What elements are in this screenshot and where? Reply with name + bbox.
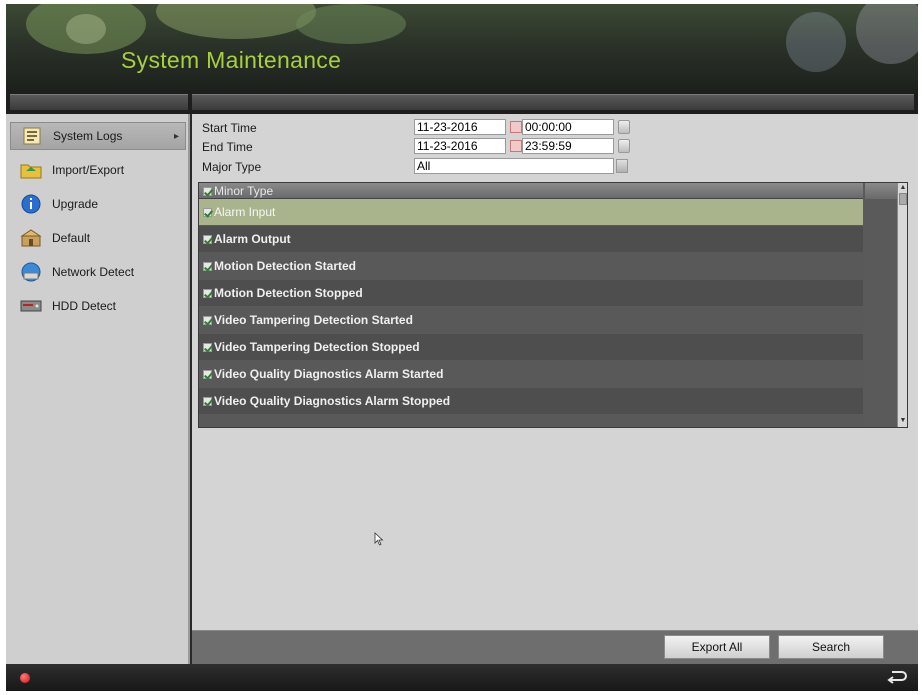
checkbox-icon[interactable]	[203, 262, 212, 271]
checkbox-icon[interactable]	[203, 235, 212, 244]
end-date-field[interactable]: 11-23-2016	[414, 138, 506, 154]
sidebar-item-label: Upgrade	[52, 197, 99, 211]
action-bar: Export All Search	[192, 630, 918, 664]
list-item-label: Video Quality Diagnostics Alarm Started	[214, 367, 444, 381]
main-column-header	[192, 94, 914, 110]
hdd-icon	[20, 296, 42, 316]
sidebar-item-label: Import/Export	[52, 163, 125, 177]
minor-type-header[interactable]: Minor Type	[199, 183, 863, 199]
network-icon	[20, 262, 42, 282]
end-time-spinner[interactable]	[618, 139, 630, 153]
sidebar-item-label: Network Detect	[52, 265, 135, 279]
back-icon[interactable]	[886, 668, 908, 686]
status-bar	[6, 664, 918, 691]
list-item-label: Video Quality Diagnostics Alarm Stopped	[214, 394, 451, 408]
list-item[interactable]: Video Quality Diagnostics Alarm Started	[199, 361, 863, 387]
checkbox-icon[interactable]	[203, 316, 212, 325]
start-time-spinner[interactable]	[618, 120, 630, 134]
sidebar-item-label: HDD Detect	[52, 299, 117, 313]
sidebar-item-default[interactable]: Default	[10, 224, 186, 252]
sidebar-item-network-detect[interactable]: Network Detect	[10, 258, 186, 286]
calendar-icon[interactable]	[510, 121, 522, 133]
checkbox-icon[interactable]	[203, 397, 212, 406]
header-banner: System Maintenance	[6, 4, 918, 90]
restore-default-icon	[20, 228, 42, 248]
checkbox-icon[interactable]	[203, 289, 212, 298]
chevron-down-icon[interactable]	[616, 159, 628, 173]
checkbox-icon[interactable]	[203, 343, 212, 352]
list-item-label: Alarm Input	[214, 205, 276, 219]
scrollbar[interactable]: ▲ ▼	[897, 183, 907, 427]
search-button[interactable]: Search	[778, 635, 884, 659]
start-date-field[interactable]: 11-23-2016	[414, 119, 506, 135]
status-indicator-icon	[20, 673, 30, 683]
app-window: System Maintenance System Logs ▸ Import/…	[6, 4, 918, 691]
list-item-label: Motion Detection Started	[214, 259, 357, 273]
folder-icon	[20, 160, 42, 180]
list-item-partial[interactable]	[199, 415, 863, 427]
list-item-label: Video Tampering Detection Started	[214, 313, 413, 327]
minor-type-list: Minor Type Alarm Input Alarm Output Moti…	[198, 182, 908, 428]
sidebar-item-label: System Logs	[53, 129, 123, 143]
list-item-label: Motion Detection Stopped	[214, 286, 363, 300]
sidebar-column-header	[10, 94, 188, 110]
log-search-panel: Start Time 11-23-2016 00:00:00 End Time …	[192, 114, 918, 630]
sidebar-item-upgrade[interactable]: Upgrade	[10, 190, 186, 218]
list-item-label: Video Tampering Detection Stopped	[214, 340, 420, 354]
mouse-cursor-icon	[374, 532, 384, 546]
calendar-icon[interactable]	[510, 140, 522, 152]
start-time-label: Start Time	[202, 121, 257, 135]
scroll-down-icon[interactable]: ▼	[899, 417, 907, 425]
list-item-label: Alarm Output	[214, 232, 291, 246]
major-type-label: Major Type	[202, 160, 262, 174]
minor-type-header-label: Minor Type	[214, 184, 274, 198]
page-title: System Maintenance	[121, 47, 342, 73]
major-type-select[interactable]: All	[414, 158, 614, 174]
list-item[interactable]: Motion Detection Stopped	[199, 280, 863, 306]
sidebar-item-label: Default	[52, 231, 91, 245]
sidebar-item-hdd-detect[interactable]: HDD Detect	[10, 292, 186, 320]
checkbox-icon[interactable]	[203, 208, 212, 217]
list-header-filler	[865, 183, 899, 199]
list-item[interactable]: Video Tampering Detection Started	[199, 307, 863, 333]
sidebar-item-import-export[interactable]: Import/Export	[10, 156, 186, 184]
info-icon	[20, 194, 42, 214]
column-header-bar	[6, 90, 918, 114]
list-item[interactable]: Motion Detection Started	[199, 253, 863, 279]
end-time-label: End Time	[202, 140, 253, 154]
log-icon	[21, 126, 43, 146]
sidebar: System Logs ▸ Import/Export Upgrade Defa…	[6, 114, 190, 664]
list-item[interactable]: Video Quality Diagnostics Alarm Stopped	[199, 388, 863, 414]
scroll-up-icon[interactable]: ▲	[899, 184, 907, 192]
scrollbar-thumb[interactable]	[899, 193, 907, 205]
end-time-field[interactable]: 23:59:59	[522, 138, 614, 154]
export-all-button[interactable]: Export All	[664, 635, 770, 659]
list-item[interactable]: Alarm Input	[199, 199, 863, 225]
sidebar-item-system-logs[interactable]: System Logs ▸	[10, 122, 186, 150]
list-item[interactable]: Alarm Output	[199, 226, 863, 252]
chevron-right-icon: ▸	[173, 131, 179, 142]
list-item[interactable]: Video Tampering Detection Stopped	[199, 334, 863, 360]
checkbox-icon[interactable]	[203, 370, 212, 379]
start-time-field[interactable]: 00:00:00	[522, 119, 614, 135]
checkbox-icon[interactable]	[203, 187, 212, 196]
